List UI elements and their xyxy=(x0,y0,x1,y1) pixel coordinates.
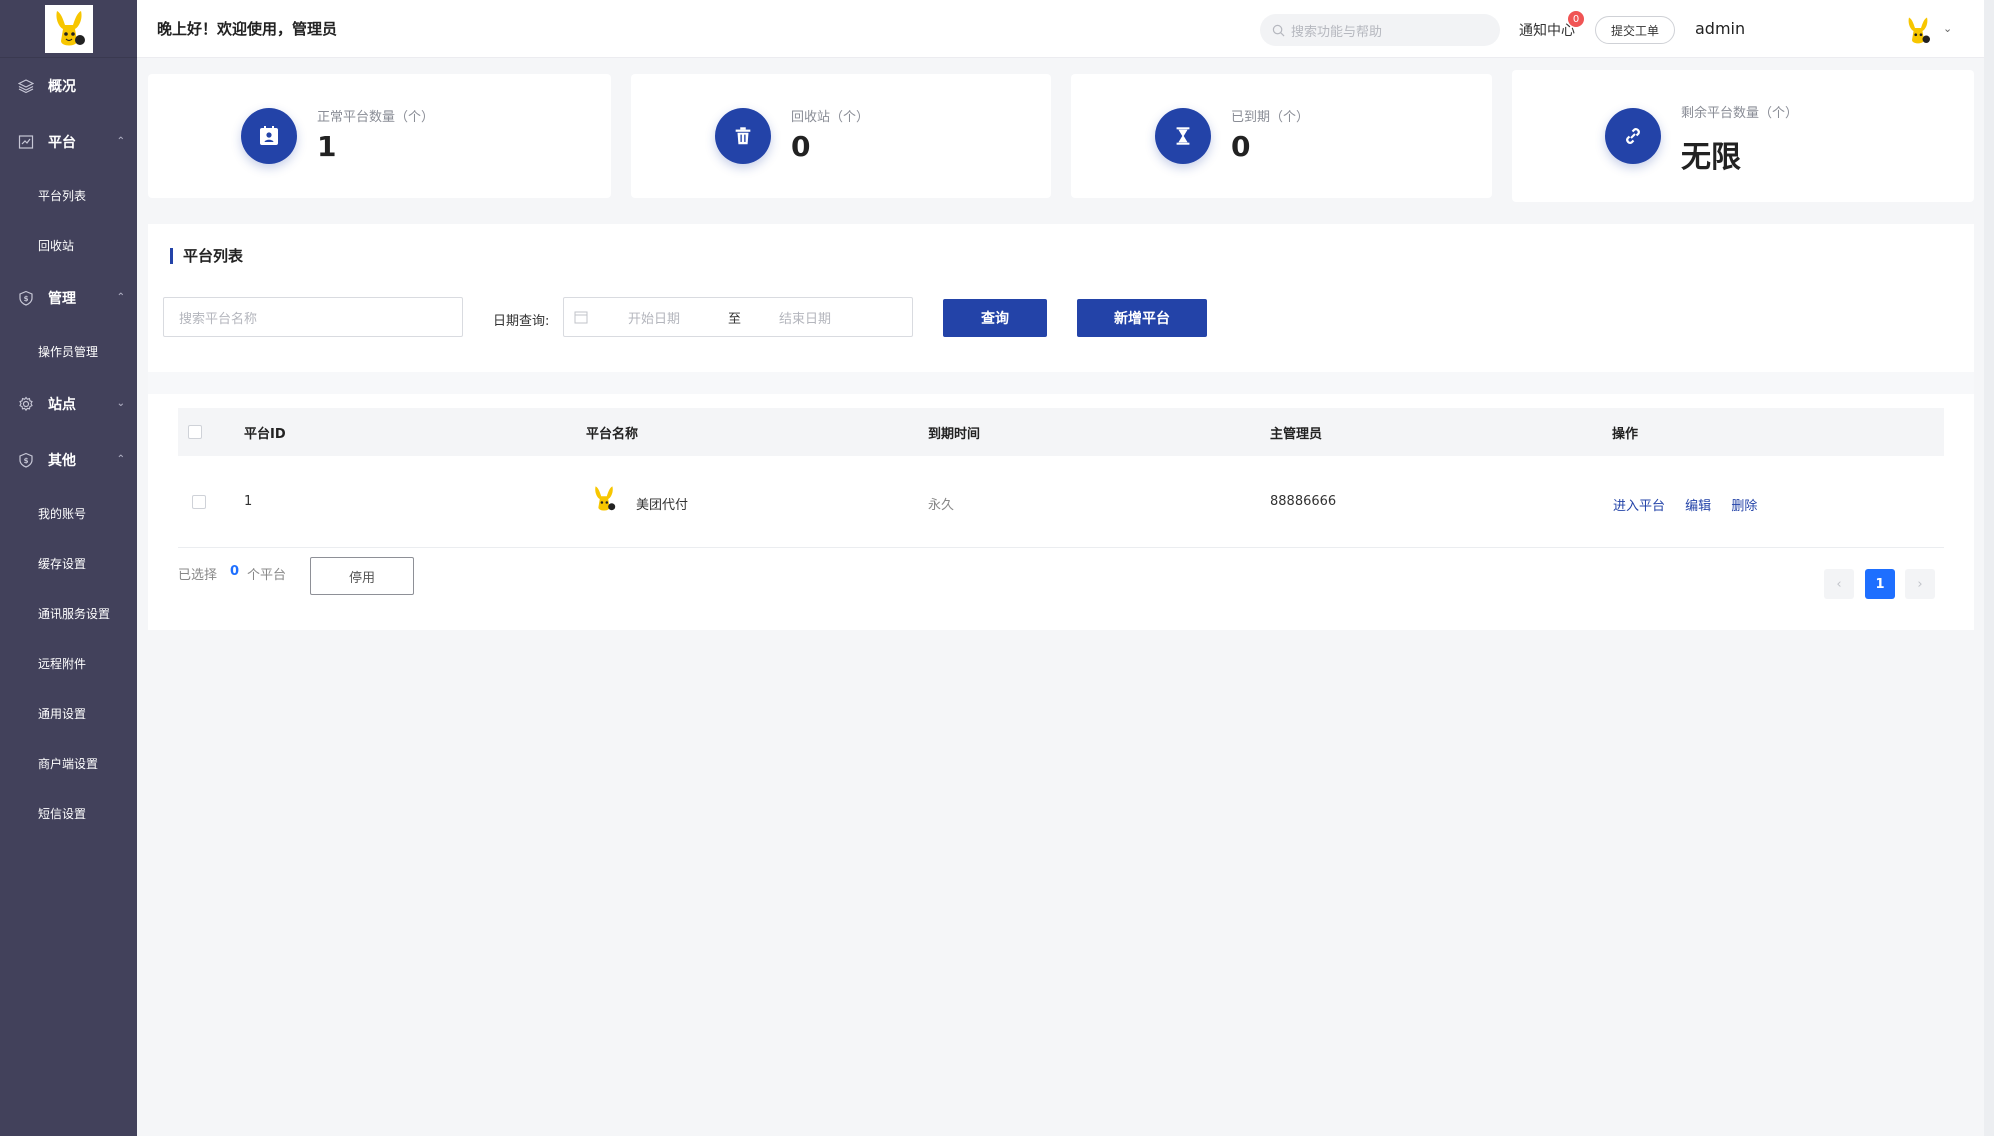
sidebar: 概况 平台 ⌃ 平台列表 回收站 $ 管理 ⌃ 操作员管理 站点 ⌄ $ 其他 … xyxy=(0,0,137,1136)
trash-icon xyxy=(715,108,771,164)
sidebar-group-overview[interactable]: 概况 xyxy=(0,58,137,114)
select-all-checkbox[interactable] xyxy=(188,425,202,439)
sidebar-item-cache-settings[interactable]: 缓存设置 xyxy=(0,538,137,588)
hourglass-icon xyxy=(1155,108,1211,164)
sidebar-group-platform[interactable]: 平台 ⌃ xyxy=(0,114,137,170)
delete-link[interactable]: 删除 xyxy=(1731,499,1757,514)
link-icon xyxy=(1605,108,1661,164)
stat-value: 无限 xyxy=(1681,140,1741,175)
sidebar-item-general-settings[interactable]: 通用设置 xyxy=(0,688,137,738)
username-label[interactable]: admin xyxy=(1695,19,1745,38)
enter-platform-link[interactable]: 进入平台 xyxy=(1613,499,1665,514)
stat-card-remaining-platforms: 剩余平台数量（个） 无限 xyxy=(1512,70,1974,202)
layers-icon xyxy=(18,78,34,94)
sidebar-group-label: 其他 xyxy=(48,453,76,469)
selected-prefix: 已选择 xyxy=(178,568,218,583)
table-row: 1 美团代付 永久 88886666 进入平台 编辑 删除 xyxy=(178,456,1944,548)
selected-suffix: 个平台 xyxy=(247,568,287,583)
shield-icon: $ xyxy=(18,452,34,468)
column-header-name: 平台名称 xyxy=(586,426,639,442)
search-placeholder: 搜索功能与帮助 xyxy=(1291,24,1383,40)
stat-card-active-platforms: 正常平台数量（个） 1 xyxy=(148,74,611,198)
query-button[interactable]: 查询 xyxy=(943,299,1047,337)
column-header-actions: 操作 xyxy=(1612,426,1639,442)
disable-button[interactable]: 停用 xyxy=(310,557,414,595)
next-page-button[interactable]: › xyxy=(1905,569,1935,599)
stat-label: 已到期（个） xyxy=(1231,110,1310,125)
section-gap xyxy=(148,372,1974,394)
sidebar-item-messaging-settings[interactable]: 通讯服务设置 xyxy=(0,588,137,638)
sidebar-item-my-account[interactable]: 我的账号 xyxy=(0,488,137,538)
greeting-text: 晚上好！欢迎使用，管理员 xyxy=(157,20,338,38)
calendar-user-icon xyxy=(241,108,297,164)
sidebar-group-label: 平台 xyxy=(48,135,76,151)
date-query-label: 日期查询: xyxy=(493,314,550,329)
avatar[interactable] xyxy=(1903,14,1933,46)
brand-logo[interactable] xyxy=(44,4,93,53)
logo-area xyxy=(0,0,137,58)
chevron-up-icon: ⌃ xyxy=(116,136,125,147)
start-date-placeholder[interactable]: 开始日期 xyxy=(628,308,680,327)
stat-card-expired: 已到期（个） 0 xyxy=(1071,74,1492,198)
date-range-picker[interactable]: 开始日期 至 结束日期 xyxy=(563,297,913,337)
column-header-admin: 主管理员 xyxy=(1270,426,1323,442)
platform-id: 1 xyxy=(244,494,253,509)
chevron-down-icon[interactable]: ⌄ xyxy=(1943,22,1952,35)
sidebar-group-manage[interactable]: $ 管理 ⌃ xyxy=(0,270,137,326)
column-header-id: 平台ID xyxy=(244,426,286,442)
stat-label: 回收站（个） xyxy=(791,110,870,125)
svg-text:$: $ xyxy=(24,295,29,303)
table-header: 平台ID 平台名称 到期时间 主管理员 操作 xyxy=(178,408,1944,456)
stat-label: 剩余平台数量（个） xyxy=(1681,106,1799,121)
sidebar-item-merchant-settings[interactable]: 商户端设置 xyxy=(0,738,137,788)
end-date-placeholder[interactable]: 结束日期 xyxy=(779,308,831,327)
chevron-down-icon: ⌄ xyxy=(116,398,125,409)
notification-center-link[interactable]: 通知中心 xyxy=(1519,20,1575,40)
scrollbar-track[interactable] xyxy=(1984,0,1994,1136)
platform-name-search-input[interactable]: 搜索平台名称 xyxy=(163,297,463,337)
notification-badge: 0 xyxy=(1568,11,1584,27)
search-icon xyxy=(1272,24,1285,36)
platform-logo xyxy=(590,482,618,520)
stat-card-recycle-bin: 回收站（个） 0 xyxy=(631,74,1051,198)
sidebar-item-remote-attachment[interactable]: 远程附件 xyxy=(0,638,137,688)
panel-title: 平台列表 xyxy=(170,248,243,264)
platform-name: 美团代付 xyxy=(636,498,689,513)
search-input[interactable]: 搜索功能与帮助 xyxy=(1260,14,1500,46)
chart-icon xyxy=(18,134,34,150)
stat-value: 1 xyxy=(317,130,337,163)
sidebar-group-site[interactable]: 站点 ⌄ xyxy=(0,376,137,432)
row-actions: 进入平台 编辑 删除 xyxy=(1613,495,1773,514)
column-header-expire: 到期时间 xyxy=(928,426,981,442)
shield-icon: $ xyxy=(18,290,34,306)
range-separator: 至 xyxy=(728,311,742,327)
sidebar-group-label: 概况 xyxy=(48,79,76,95)
sidebar-group-label: 站点 xyxy=(48,397,76,413)
add-platform-button[interactable]: 新增平台 xyxy=(1077,299,1207,337)
sidebar-item-operator-management[interactable]: 操作员管理 xyxy=(0,326,137,376)
svg-text:$: $ xyxy=(24,457,29,465)
page-number-active[interactable]: 1 xyxy=(1865,569,1895,599)
expire-time: 永久 xyxy=(928,498,955,513)
calendar-icon xyxy=(574,311,588,324)
selected-count: 0 xyxy=(230,564,240,579)
sidebar-item-platform-list[interactable]: 平台列表 xyxy=(0,170,137,220)
stat-value: 0 xyxy=(791,130,811,163)
chevron-up-icon: ⌃ xyxy=(116,292,125,303)
sidebar-group-other[interactable]: $ 其他 ⌃ xyxy=(0,432,137,488)
platform-table: 平台ID 平台名称 到期时间 主管理员 操作 1 美团代付 永久 8888666… xyxy=(178,408,1944,548)
stat-label: 正常平台数量（个） xyxy=(317,110,435,125)
admin-account: 88886666 xyxy=(1270,494,1337,509)
stat-value: 0 xyxy=(1231,130,1251,163)
sidebar-item-sms-settings[interactable]: 短信设置 xyxy=(0,788,137,838)
sidebar-group-label: 管理 xyxy=(48,291,76,307)
search-placeholder: 搜索平台名称 xyxy=(179,311,258,327)
edit-link[interactable]: 编辑 xyxy=(1685,499,1711,514)
chevron-up-icon: ⌃ xyxy=(116,454,125,465)
submit-ticket-button[interactable]: 提交工单 xyxy=(1595,16,1675,44)
prev-page-button[interactable]: ‹ xyxy=(1824,569,1854,599)
gear-icon xyxy=(18,396,34,412)
row-checkbox[interactable] xyxy=(192,495,206,509)
sidebar-item-recycle-bin[interactable]: 回收站 xyxy=(0,220,137,270)
